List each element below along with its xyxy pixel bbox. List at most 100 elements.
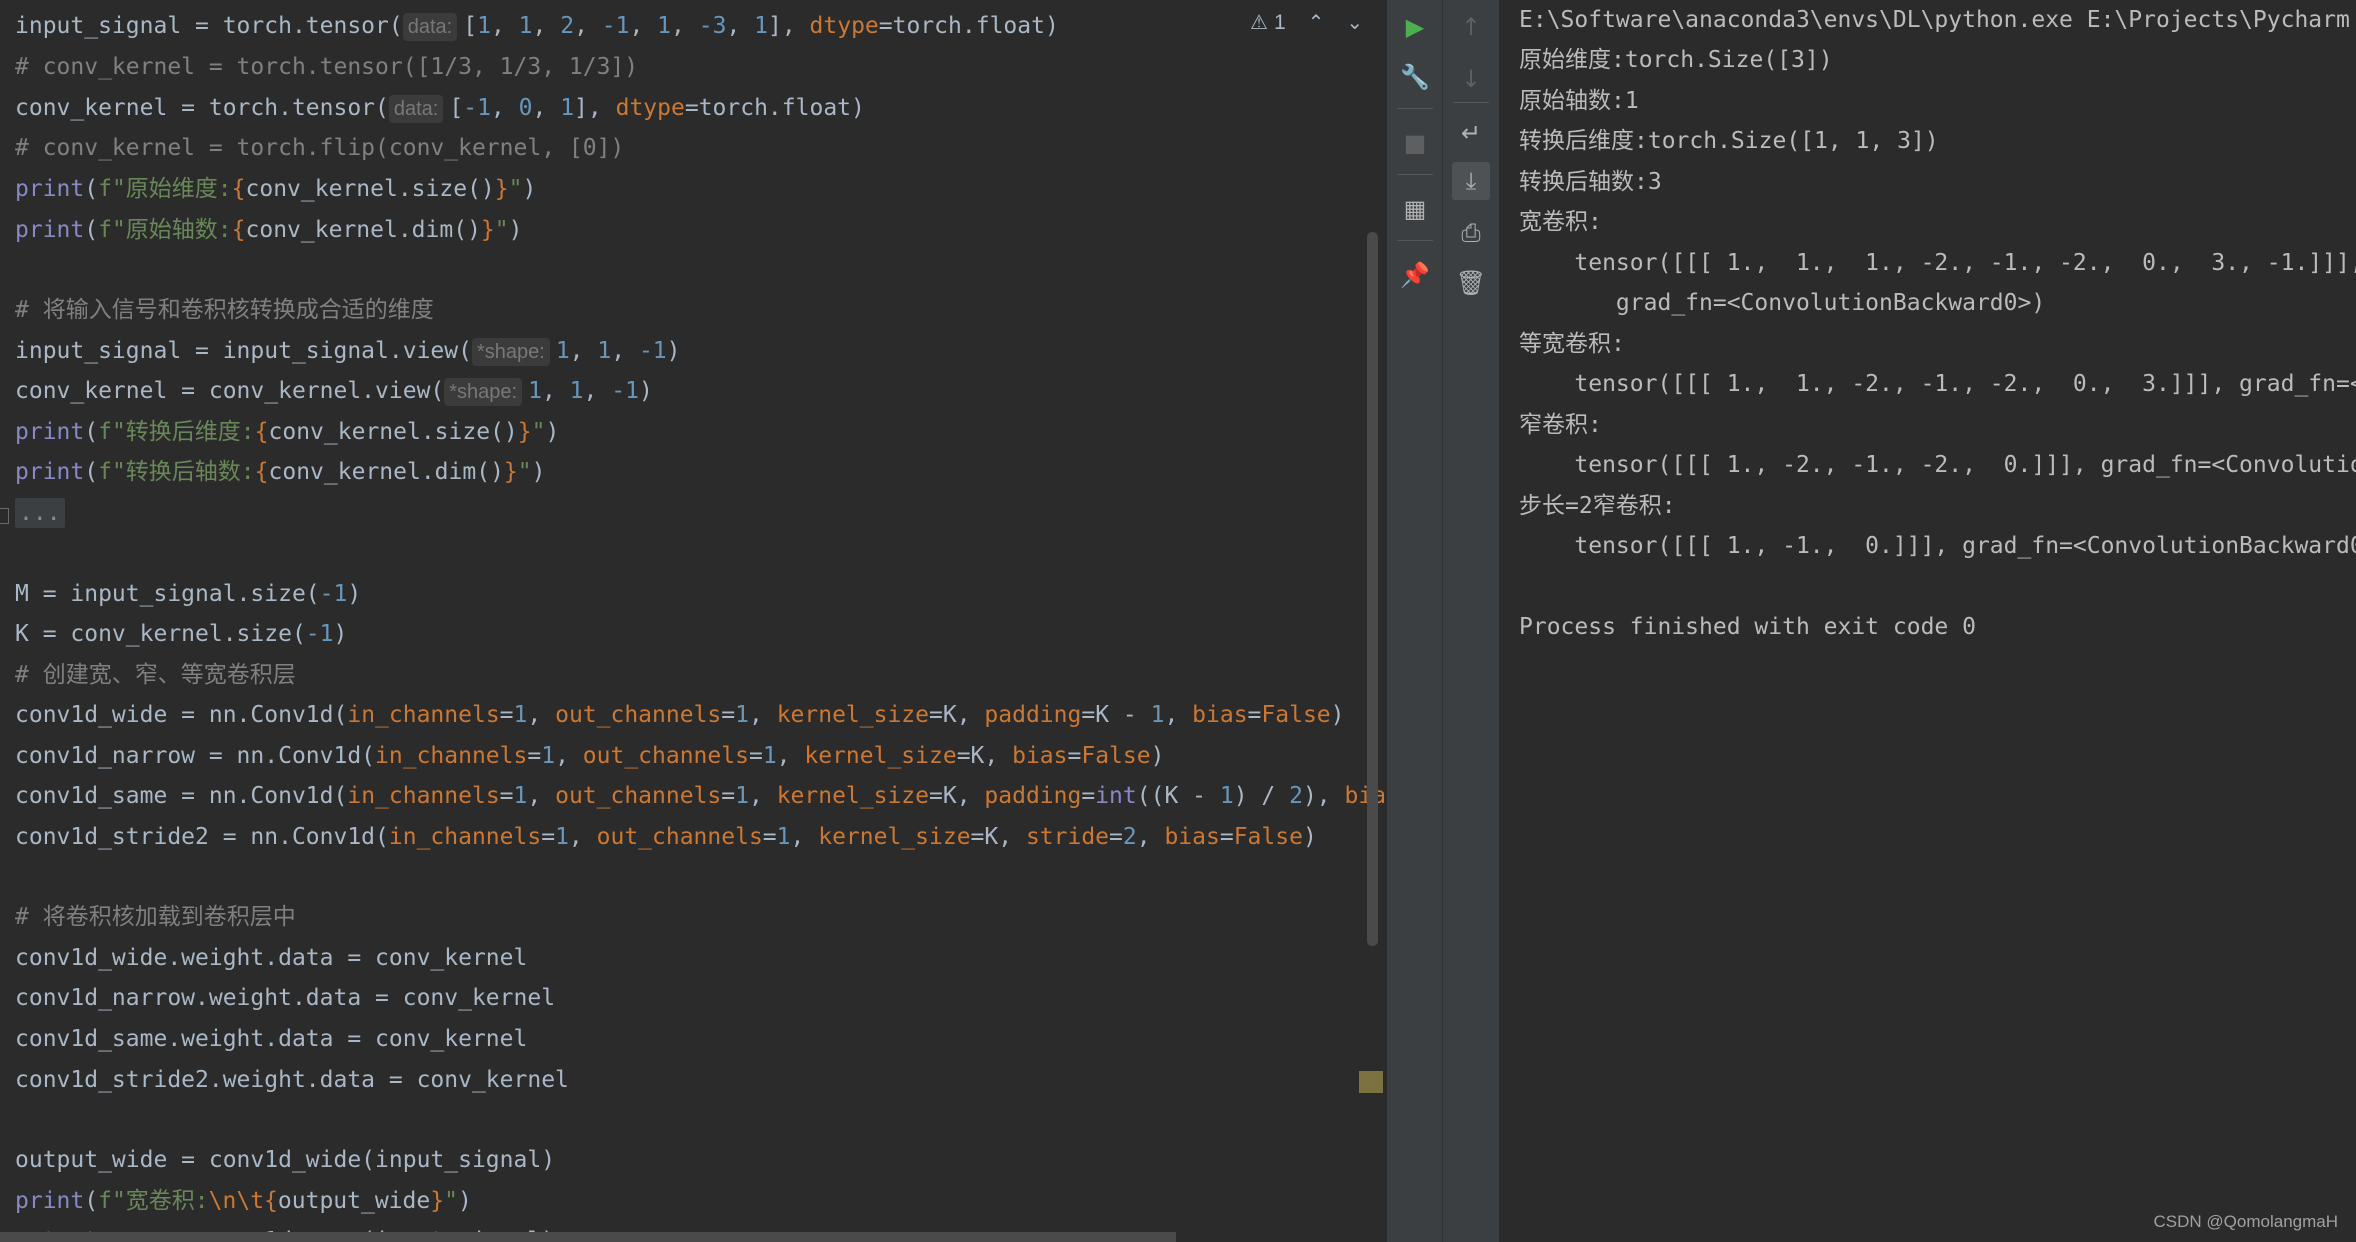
code-line[interactable]: M = input_signal.size(-1) <box>15 576 361 612</box>
code-line[interactable]: conv_kernel = conv_kernel.view(*shape: 1,… <box>15 373 653 409</box>
code-token: " <box>508 176 523 202</box>
code-token: { <box>254 459 269 485</box>
code-token: output_wide <box>277 1188 431 1214</box>
code-line[interactable]: # 创建宽、窄、等宽卷积层 <box>15 657 296 693</box>
stop-button[interactable]: ■ <box>1396 124 1434 162</box>
warning-icon[interactable]: ⚠ <box>1250 10 1268 35</box>
code-line[interactable]: # 将卷积核加载到卷积层中 <box>15 899 296 935</box>
code-line[interactable]: input_signal = input_signal.view(*shape:… <box>15 333 681 369</box>
code-line[interactable]: conv1d_narrow = nn.Conv1d(in_channels=1,… <box>15 738 1164 774</box>
code-token: -3 <box>698 13 727 39</box>
code-token: = <box>762 824 777 850</box>
code-token: { <box>231 176 246 202</box>
code-line[interactable]: output_wide = conv1d_wide(input_signal) <box>15 1142 555 1178</box>
code-token: = <box>499 783 514 809</box>
run-button[interactable]: ▶ <box>1396 8 1434 46</box>
code-line[interactable]: conv1d_stride2 = nn.Conv1d(in_channels=1… <box>15 819 1317 855</box>
code-line[interactable]: conv1d_wide = nn.Conv1d(in_channels=1, o… <box>15 697 1345 733</box>
chevron-up-icon[interactable]: ⌃ <box>1308 10 1325 35</box>
code-line[interactable]: conv_kernel = torch.tensor(data: [-1, 0, … <box>15 90 865 126</box>
code-token: 1 <box>528 378 542 404</box>
code-token: " <box>531 419 546 445</box>
code-token: stride <box>1025 824 1110 850</box>
code-token: , <box>569 338 598 364</box>
code-editor[interactable]: input_signal = torch.tensor(data: [1, 1, … <box>0 0 1384 1242</box>
code-token: 2 <box>560 13 575 39</box>
folded-region[interactable]: ... <box>15 498 65 528</box>
code-line[interactable]: K = conv_kernel.size(-1) <box>15 616 347 652</box>
code-line[interactable]: conv1d_stride2.weight.data = conv_kernel <box>15 1062 569 1098</box>
inspection-widget[interactable]: ⚠ 1 ⌃ ⌄ <box>1250 10 1363 35</box>
code-token: conv1d_wide.weight.data = conv_kernel <box>15 945 528 971</box>
editor-horizontal-scrollbar[interactable] <box>0 1232 1176 1242</box>
code-line[interactable]: print(f"转换后轴数:{conv_kernel.dim()}") <box>15 454 546 490</box>
console-line: 步长=2窄卷积: <box>1519 493 1676 519</box>
toolbar-separator <box>1397 240 1433 241</box>
code-line[interactable]: conv1d_same = nn.Conv1d(in_channels=1, o… <box>15 778 1384 814</box>
scroll-up-button[interactable]: ↑ <box>1452 8 1490 46</box>
fold-marker-icon[interactable] <box>0 508 9 524</box>
code-line[interactable]: input_signal = torch.tensor(data: [1, 1, … <box>15 8 1059 44</box>
code-token: -1 <box>638 338 667 364</box>
code-token: ) <box>347 581 362 607</box>
code-token: conv1d_wide = nn.Conv1d( <box>15 702 348 728</box>
pin-icon: 📌 <box>1400 261 1430 289</box>
code-line[interactable]: conv1d_wide.weight.data = conv_kernel <box>15 940 527 976</box>
console-line: Process finished with exit code 0 <box>1519 614 1976 640</box>
code-token: , <box>726 13 755 39</box>
code-line[interactable]: print(f"原始维度:{conv_kernel.size()}") <box>15 171 536 207</box>
layout-icon: ▦ <box>1403 195 1427 223</box>
code-token: \n\t <box>208 1188 265 1214</box>
code-token: kernel_size <box>804 743 957 769</box>
code-token: } <box>503 459 518 485</box>
console-line: 转换后轴数:3 <box>1519 169 1662 195</box>
pin-button[interactable]: 📌 <box>1396 256 1434 294</box>
code-line[interactable]: ... <box>15 495 65 531</box>
code-line[interactable]: # 将输入信号和卷积核转换成合适的维度 <box>15 292 434 328</box>
code-token: 1 <box>555 338 570 364</box>
run-console[interactable]: E:\Software\anaconda3\envs\DL\python.exe… <box>1499 0 2356 1242</box>
code-token: 1 <box>541 743 556 769</box>
code-token: ) <box>522 176 537 202</box>
console-line: 原始维度:torch.Size([3]) <box>1519 47 1833 73</box>
code-line[interactable]: print(f"转换后维度:{conv_kernel.size()}") <box>15 414 559 450</box>
layout-button[interactable]: ▦ <box>1396 190 1434 228</box>
chevron-down-icon[interactable]: ⌄ <box>1346 10 1363 35</box>
print-button[interactable]: ⎙ <box>1452 214 1490 252</box>
toolbar-separator <box>1397 108 1433 109</box>
code-token: , <box>541 378 570 404</box>
code-token: -1 <box>319 581 348 607</box>
code-token: , <box>671 13 699 39</box>
code-token: f"原始维度: <box>98 176 232 202</box>
console-line: 转换后维度:torch.Size([1, 1, 3]) <box>1519 128 1939 154</box>
code-token: , <box>490 13 519 39</box>
warning-stripe-marker[interactable] <box>1359 1071 1383 1093</box>
code-token: in_channels <box>388 824 542 850</box>
code-token: =torch.float) <box>684 95 865 121</box>
code-token: print <box>15 459 85 485</box>
soft-wrap-button[interactable]: ↵ <box>1452 114 1490 152</box>
code-line[interactable]: conv1d_same.weight.data = conv_kernel <box>15 1021 527 1057</box>
editor-vertical-scrollbar[interactable] <box>1367 232 1378 946</box>
code-line[interactable]: print(f"原始轴数:{conv_kernel.dim()}") <box>15 212 523 248</box>
scroll-down-button[interactable]: ↓ <box>1452 60 1490 98</box>
code-token: ) <box>638 378 653 404</box>
code-token: } <box>430 1188 445 1214</box>
clear-button[interactable]: 🗑 <box>1452 264 1490 302</box>
code-line[interactable]: # conv_kernel = torch.tensor([1/3, 1/3, … <box>15 49 638 85</box>
warning-count[interactable]: 1 <box>1274 11 1286 35</box>
console-line: 等宽卷积: <box>1519 331 1625 357</box>
scroll-up-icon: ↑ <box>1460 13 1482 41</box>
scroll-to-end-button[interactable]: ⤓ <box>1452 162 1490 200</box>
code-token: =K, <box>929 783 985 809</box>
wrench-button[interactable]: 🔧 <box>1396 58 1434 96</box>
code-token: = <box>748 743 763 769</box>
code-token: =K - <box>1081 702 1151 728</box>
code-token: -1 <box>611 378 639 404</box>
code-line[interactable]: print(f"宽卷积:\n\t{output_wide}") <box>15 1183 472 1219</box>
code-line[interactable]: # conv_kernel = torch.flip(conv_kernel, … <box>15 130 624 166</box>
code-token: conv_kernel = conv_kernel.view( <box>15 378 445 404</box>
code-token: f"原始轴数: <box>98 217 232 243</box>
code-line[interactable]: conv1d_narrow.weight.data = conv_kernel <box>15 980 555 1016</box>
code-token: , <box>790 824 819 850</box>
